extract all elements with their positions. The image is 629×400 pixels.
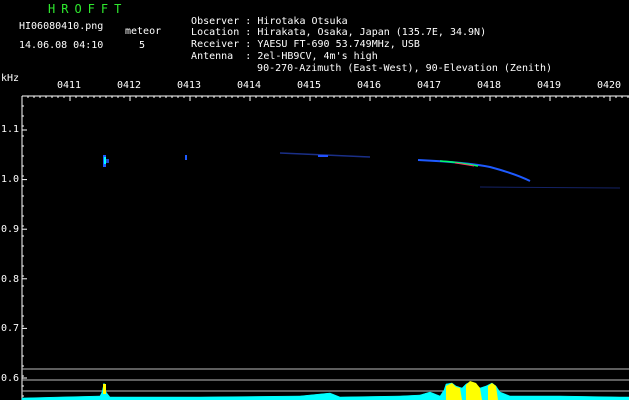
- info-value: 90-270-Azimuth (East-West), 90-Elevation…: [257, 63, 553, 74]
- x-tick-label: 0420: [597, 80, 622, 91]
- x-tick-label: 0411: [57, 80, 82, 91]
- x-tick-label: 0417: [417, 80, 442, 91]
- y-tick-label: 0.7: [1, 323, 20, 334]
- info-row-antenna-direction: 90-270-Azimuth (East-West), 90-Elevation…: [245, 52, 552, 74]
- filename-label: HI06080410.png: [19, 21, 104, 32]
- meteor-label: meteor: [125, 26, 162, 37]
- meteor-echo-2: [185, 155, 187, 160]
- x-tick-label: 0412: [117, 80, 142, 91]
- meteor-echo-main: [417, 159, 621, 189]
- datetime-label: 14.06.08 04:10: [19, 40, 104, 51]
- x-tick-label: 0418: [477, 80, 502, 91]
- x-tick-label: 0416: [357, 80, 382, 91]
- meteor-echo-3: [279, 152, 371, 158]
- x-tick-label: 0414: [237, 80, 262, 91]
- y-tick-label: 1.1: [1, 124, 20, 135]
- info-key: Antenna: [191, 51, 240, 62]
- y-tick-label: 0.8: [1, 274, 20, 285]
- app-title: HROFFT: [48, 2, 128, 16]
- y-axis-unit: kHz: [1, 73, 20, 84]
- x-tick-label: 0415: [297, 80, 322, 91]
- x-tick-marks: [21, 96, 629, 101]
- x-tick-label: 0419: [537, 80, 562, 91]
- x-tick-label: 0413: [177, 80, 202, 91]
- y-tick-marks: [22, 105, 27, 397]
- meteor-count: 5: [139, 40, 146, 51]
- meteor-echo-1: [103, 155, 109, 167]
- y-tick-label: 0.9: [1, 224, 20, 235]
- y-tick-label: 1.0: [1, 174, 20, 185]
- y-tick-label: 0.6: [1, 373, 20, 384]
